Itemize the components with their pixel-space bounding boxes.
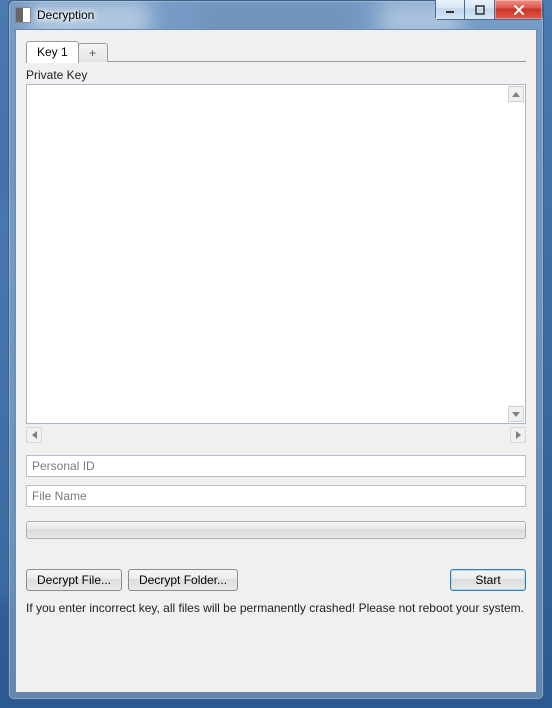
decrypt-file-button[interactable]: Decrypt File... (26, 569, 122, 591)
personal-id-field[interactable] (26, 455, 526, 477)
start-button[interactable]: Start (450, 569, 526, 591)
progress-bar (26, 521, 526, 539)
textarea-scroll-up[interactable] (508, 86, 524, 102)
app-icon (15, 7, 31, 23)
button-row: Decrypt File... Decrypt Folder... Start (26, 569, 526, 591)
window-title: Decryption (37, 8, 94, 22)
private-key-textarea[interactable] (27, 85, 525, 423)
close-button[interactable] (495, 0, 543, 20)
maximize-button[interactable] (465, 0, 495, 20)
app-window: Decryption Key 1 + Private Key (8, 0, 544, 700)
close-icon (513, 5, 525, 15)
decrypt-folder-button[interactable]: Decrypt Folder... (128, 569, 238, 591)
minimize-button[interactable] (435, 0, 465, 20)
chevron-left-icon (32, 431, 37, 439)
horizontal-scrollbar[interactable] (26, 427, 526, 443)
minimize-icon (445, 5, 455, 15)
chevron-right-icon (516, 431, 521, 439)
tab-add-button[interactable]: + (78, 43, 108, 62)
chevron-up-icon (512, 92, 520, 97)
warning-text: If you enter incorrect key, all files wi… (26, 601, 526, 615)
caption-buttons (435, 0, 543, 20)
tab-key-1[interactable]: Key 1 (26, 41, 79, 63)
tabs-row: Key 1 + (26, 40, 526, 62)
private-key-textarea-wrap (26, 84, 526, 424)
hscroll-right-button[interactable] (510, 427, 526, 443)
client-area: Key 1 + Private Key Decrypt File... Decr… (15, 29, 537, 693)
chevron-down-icon (512, 412, 520, 417)
private-key-label: Private Key (26, 68, 526, 82)
hscroll-left-button[interactable] (26, 427, 42, 443)
file-name-field[interactable] (26, 485, 526, 507)
textarea-scroll-down[interactable] (508, 406, 524, 422)
titlebar[interactable]: Decryption (9, 1, 543, 29)
maximize-icon (475, 5, 485, 15)
